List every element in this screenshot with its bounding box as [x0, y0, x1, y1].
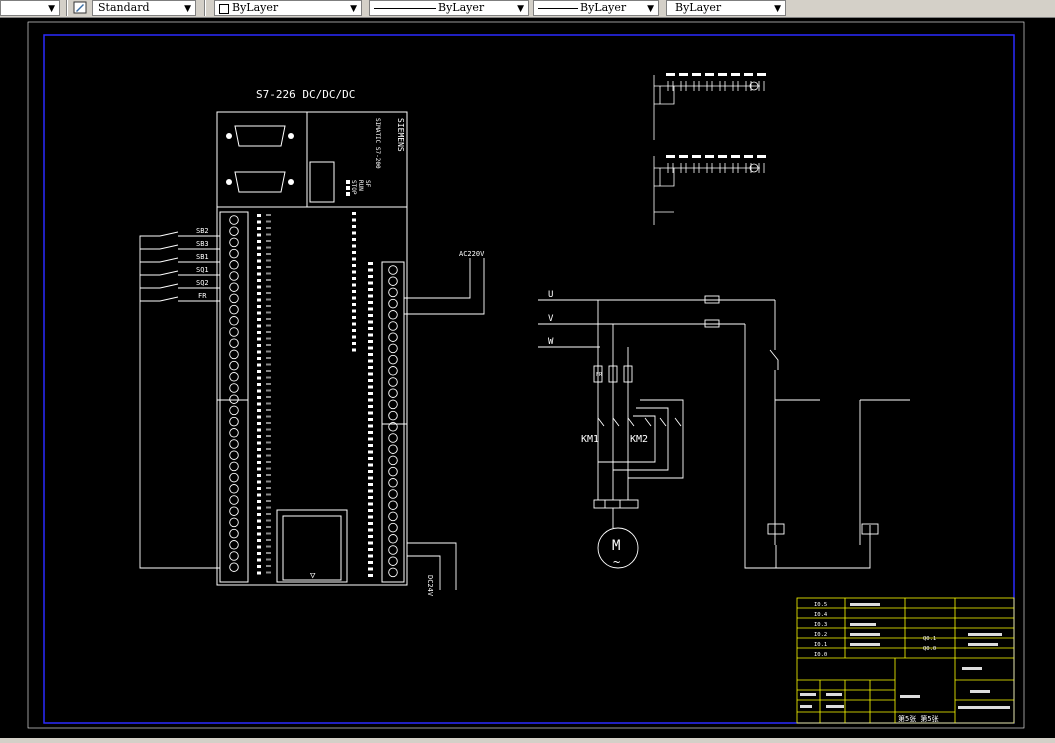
input-label-sb1: SB1	[196, 253, 209, 261]
chevron-down-icon: ▼	[517, 4, 524, 14]
motor-symbol: ~	[613, 555, 620, 569]
sheet-number: 第5张 第5张	[898, 714, 939, 723]
plot-style-dropdown[interactable]: ByLayer ▼	[666, 0, 786, 16]
linetype-sample-icon	[374, 8, 436, 9]
plc-led-run: RUN	[357, 180, 364, 191]
color-swatch-icon	[219, 4, 229, 14]
io-input-i00: I0.0	[814, 652, 827, 658]
chevron-down-icon: ▼	[774, 4, 781, 14]
input-label-sq2: SQ2	[196, 279, 209, 287]
io-output-q00: Q0.0	[923, 646, 936, 652]
input-label-fr: FR	[198, 292, 207, 300]
properties-toolbar: ▼ Standard ▼ ByLayer ▼ ByLayer ▼ ByLayer…	[0, 0, 1055, 18]
chevron-down-icon: ▼	[48, 4, 55, 14]
input-label-sq1: SQ1	[196, 266, 209, 274]
io-output-q01: Q0.1	[923, 636, 936, 642]
plc-led-stop: STOP	[350, 180, 357, 195]
dc-supply-label: DC24V	[426, 575, 434, 597]
io-input-i04: I0.4	[814, 612, 828, 618]
input-label-sb2: SB2	[196, 227, 209, 235]
status-strip	[0, 738, 1055, 742]
color-value: ByLayer	[232, 1, 279, 14]
contactor-km2-label: KM2	[630, 434, 648, 445]
plot-style-value: ByLayer	[675, 1, 722, 14]
toolbar-separator	[204, 0, 206, 16]
text-style-dropdown[interactable]: Standard ▼	[92, 0, 196, 16]
phase-v-label: V	[548, 314, 554, 324]
phase-w-label: W	[548, 337, 554, 347]
plc-model: SIMATIC S7-200	[374, 118, 381, 169]
chevron-down-icon: ▼	[184, 4, 191, 14]
cad-drawing: S7-226 DC/DC/DC SIEMENS SIMATIC S7-200 S…	[0, 18, 1055, 738]
input-label-sb3: SB3	[196, 240, 209, 248]
drawing-canvas[interactable]: S7-226 DC/DC/DC SIEMENS SIMATIC S7-200 S…	[0, 18, 1055, 738]
toolbar-separator	[66, 0, 68, 16]
svg-text:▽: ▽	[310, 571, 316, 581]
plc-brand: SIEMENS	[396, 118, 405, 152]
plc-title: S7-226 DC/DC/DC	[256, 88, 355, 101]
io-input-i03: I0.3	[814, 622, 827, 628]
lineweight-dropdown[interactable]: ByLayer ▼	[533, 0, 659, 16]
contactor-km1-label: KM1	[581, 434, 599, 445]
linetype-value: ByLayer	[438, 1, 485, 14]
text-style-icon[interactable]	[72, 0, 88, 16]
linetype-dropdown[interactable]: ByLayer ▼	[369, 0, 529, 16]
io-input-i01: I0.1	[814, 642, 827, 648]
dimension-style-dropdown[interactable]: ▼	[0, 0, 60, 16]
io-input-i05: I0.5	[814, 602, 827, 608]
motor-label: M	[612, 538, 620, 554]
lineweight-value: ByLayer	[580, 1, 627, 14]
chevron-down-icon: ▼	[647, 4, 654, 14]
chevron-down-icon: ▼	[350, 4, 357, 14]
plc-led-sf: SF	[364, 180, 371, 188]
color-dropdown[interactable]: ByLayer ▼	[214, 0, 362, 16]
io-input-i02: I0.2	[814, 632, 827, 638]
relay-fr-label: FR	[596, 372, 603, 378]
ac-supply-label: AC220V	[459, 250, 485, 258]
lineweight-sample-icon	[538, 8, 578, 9]
phase-u-label: U	[548, 290, 553, 300]
text-style-value: Standard	[98, 1, 150, 14]
